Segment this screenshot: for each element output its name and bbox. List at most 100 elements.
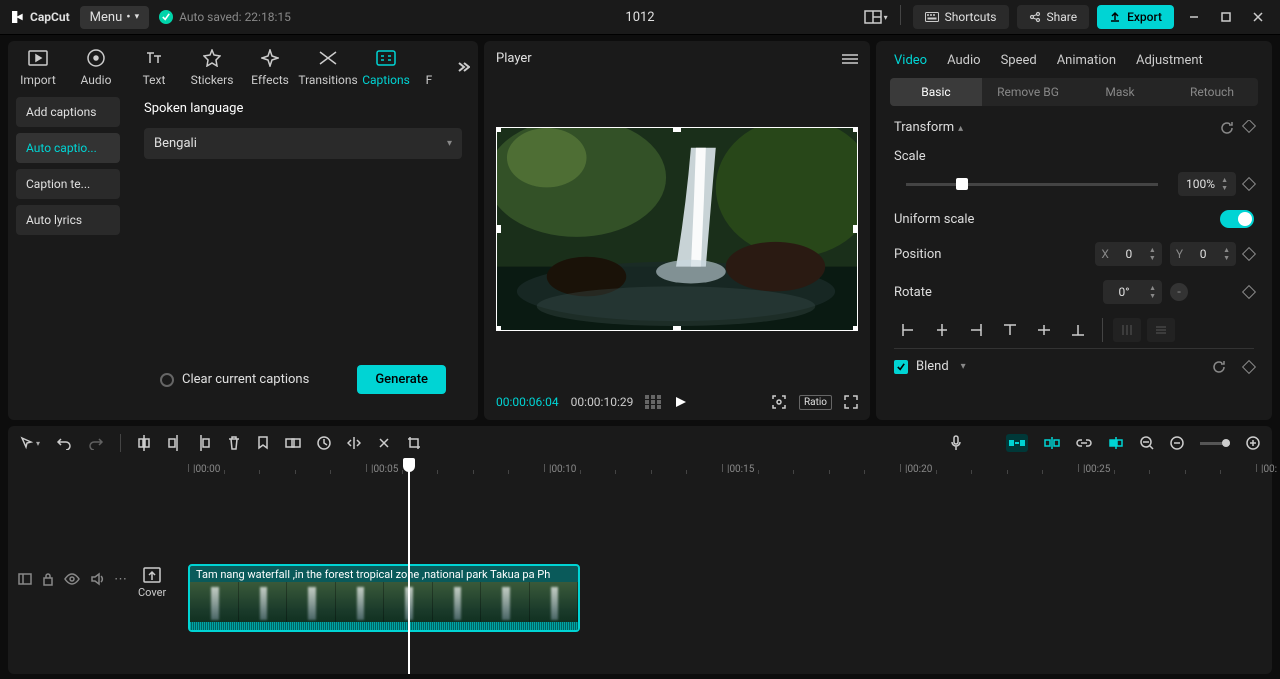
subtab-removebg[interactable]: Remove BG [982, 78, 1074, 106]
blend-checkbox[interactable] [894, 360, 908, 374]
zoom-plus[interactable] [1246, 436, 1260, 450]
zoom-minus[interactable] [1170, 436, 1184, 450]
rtab-video[interactable]: Video [894, 53, 927, 68]
share-button[interactable]: Share [1017, 5, 1090, 29]
stepper-icon[interactable]: ▲▼ [1149, 246, 1156, 262]
sidebar-auto-lyrics[interactable]: Auto lyrics [16, 205, 120, 235]
tab-effects[interactable]: Effects [250, 47, 290, 87]
zoom-thumb[interactable] [1222, 439, 1230, 447]
resize-handle[interactable] [853, 225, 858, 233]
track-toggle-icon[interactable] [18, 573, 32, 585]
resize-handle[interactable] [496, 326, 501, 331]
focus-icon[interactable] [771, 394, 787, 410]
stepper-icon[interactable]: ▲▼ [1221, 176, 1228, 192]
auto-snap[interactable] [1044, 436, 1060, 450]
keyframe-icon[interactable] [1242, 247, 1256, 261]
crop-button[interactable] [407, 436, 421, 450]
export-button[interactable]: Export [1097, 5, 1174, 29]
position-y-input[interactable]: Y0▲▼ [1170, 242, 1236, 266]
resize-handle[interactable] [853, 326, 858, 331]
video-frame[interactable] [496, 127, 858, 331]
sidebar-auto-captions[interactable]: Auto captio... [16, 133, 120, 163]
align-top[interactable] [996, 318, 1024, 342]
align-right[interactable] [962, 318, 990, 342]
more-icon[interactable]: ⋯ [114, 572, 127, 587]
tab-import[interactable]: Import [18, 47, 58, 87]
delete-left[interactable] [167, 435, 181, 451]
sidebar-add-captions[interactable]: Add captions [16, 97, 120, 127]
tab-text[interactable]: Text [134, 47, 174, 87]
player-canvas[interactable] [496, 74, 858, 384]
reset-icon[interactable] [1212, 360, 1226, 374]
resize-handle[interactable] [496, 225, 501, 233]
more-tabs-button[interactable] [452, 60, 474, 74]
player-menu-icon[interactable] [842, 53, 858, 65]
resize-handle[interactable] [673, 127, 681, 132]
zoom-out[interactable] [1140, 436, 1154, 450]
collapse-icon[interactable]: ▾ [961, 361, 966, 372]
reset-icon[interactable] [1220, 121, 1234, 135]
shortcuts-button[interactable]: Shortcuts [913, 5, 1009, 29]
lock-icon[interactable] [42, 572, 54, 586]
mute-icon[interactable] [90, 572, 104, 586]
freeze-button[interactable] [317, 436, 331, 450]
subtab-basic[interactable]: Basic [890, 78, 982, 106]
align-hcenter[interactable] [928, 318, 956, 342]
split-button[interactable] [137, 435, 151, 451]
ratio-button[interactable]: Ratio [799, 395, 832, 410]
checkbox-icon[interactable] [160, 373, 174, 387]
delete-right[interactable] [197, 435, 211, 451]
clear-captions-row[interactable]: Clear current captions [160, 372, 309, 387]
position-x-input[interactable]: X0▲▼ [1095, 242, 1161, 266]
mirror-button[interactable] [347, 436, 361, 450]
reverse-button[interactable] [377, 436, 391, 450]
undo-button[interactable] [56, 436, 72, 450]
select-tool[interactable]: ▾ [20, 436, 40, 450]
timeline-ruler[interactable]: |00:00|00:05|00:10|00:15|00:20|00:25|00: [8, 460, 1272, 484]
video-clip[interactable]: Tam nang waterfall ,in the forest tropic… [188, 564, 580, 632]
rotate-dial[interactable]: - [1170, 283, 1188, 301]
resize-handle[interactable] [673, 326, 681, 331]
sidebar-caption-templates[interactable]: Caption te... [16, 169, 120, 199]
uniform-toggle[interactable] [1220, 210, 1254, 228]
keyframe-icon[interactable] [1242, 177, 1256, 191]
link-button[interactable] [1076, 438, 1092, 448]
resize-handle[interactable] [496, 127, 501, 132]
stepper-icon[interactable]: ▲▼ [1149, 284, 1156, 300]
tab-captions[interactable]: Captions [366, 47, 406, 87]
minimize-button[interactable] [1182, 5, 1206, 29]
keyframe-icon[interactable] [1242, 120, 1256, 133]
rtab-adjustment[interactable]: Adjustment [1136, 53, 1203, 68]
subtab-mask[interactable]: Mask [1074, 78, 1166, 106]
close-button[interactable] [1246, 5, 1270, 29]
language-select[interactable]: Bengali ▾ [144, 128, 462, 159]
redo-button[interactable] [88, 436, 104, 450]
main-track-magnet[interactable] [1006, 434, 1028, 452]
scale-value-box[interactable]: 100%▲▼ [1178, 172, 1236, 196]
maximize-button[interactable] [1214, 5, 1238, 29]
zoom-slider[interactable] [1200, 442, 1230, 445]
play-button[interactable] [673, 395, 687, 409]
align-vcenter[interactable] [1030, 318, 1058, 342]
keyframe-icon[interactable] [1242, 285, 1256, 299]
tab-stickers[interactable]: Stickers [192, 47, 232, 87]
align-bottom[interactable] [1064, 318, 1092, 342]
mic-button[interactable] [950, 435, 962, 451]
slider-thumb[interactable] [956, 178, 968, 190]
tab-transitions[interactable]: Transitions [308, 47, 348, 87]
subtab-retouch[interactable]: Retouch [1166, 78, 1258, 106]
resize-handle[interactable] [853, 127, 858, 132]
rotate-input[interactable]: 0°▲▼ [1103, 280, 1162, 304]
layout-icon[interactable]: ▾ [864, 10, 888, 24]
playhead[interactable] [408, 460, 410, 674]
timeline-tracks[interactable]: Tam nang waterfall ,in the forest tropic… [168, 484, 1272, 674]
compound-button[interactable] [285, 436, 301, 450]
fullscreen-icon[interactable] [844, 395, 858, 409]
playhead-head[interactable] [403, 458, 415, 472]
rtab-speed[interactable]: Speed [1001, 53, 1037, 68]
scale-slider[interactable] [906, 183, 1158, 186]
tab-filters[interactable]: F [424, 47, 434, 87]
collapse-icon[interactable]: ▴ [958, 123, 963, 134]
keyframe-icon[interactable] [1242, 359, 1256, 373]
delete-button[interactable] [227, 435, 241, 451]
